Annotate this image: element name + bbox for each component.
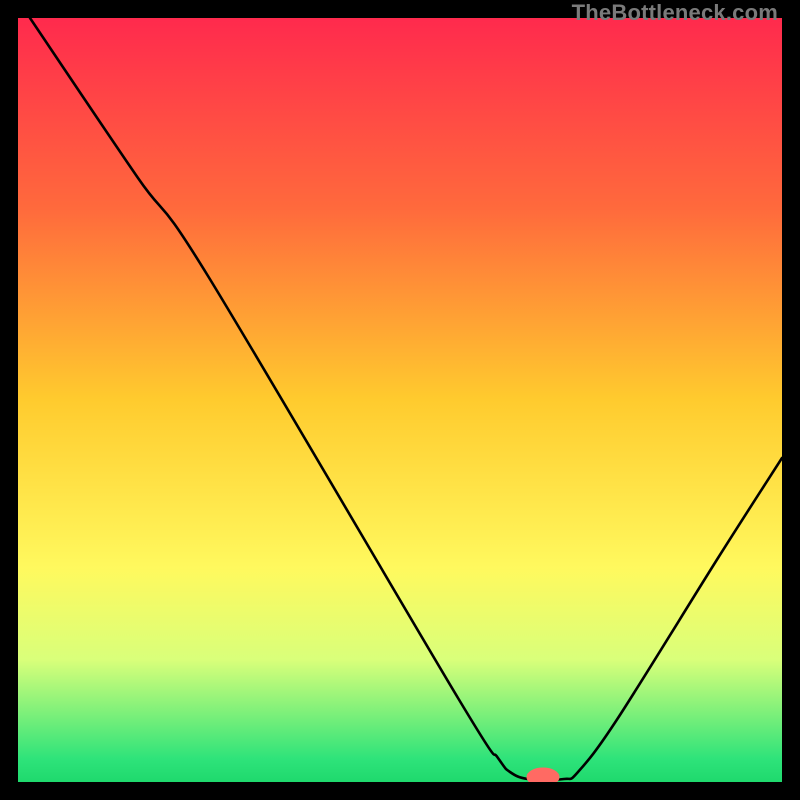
chart-frame xyxy=(18,18,782,782)
attribution-label: TheBottleneck.com xyxy=(572,0,778,26)
optimal-marker xyxy=(527,768,559,782)
chart-svg xyxy=(18,18,782,782)
chart-background xyxy=(18,18,782,782)
